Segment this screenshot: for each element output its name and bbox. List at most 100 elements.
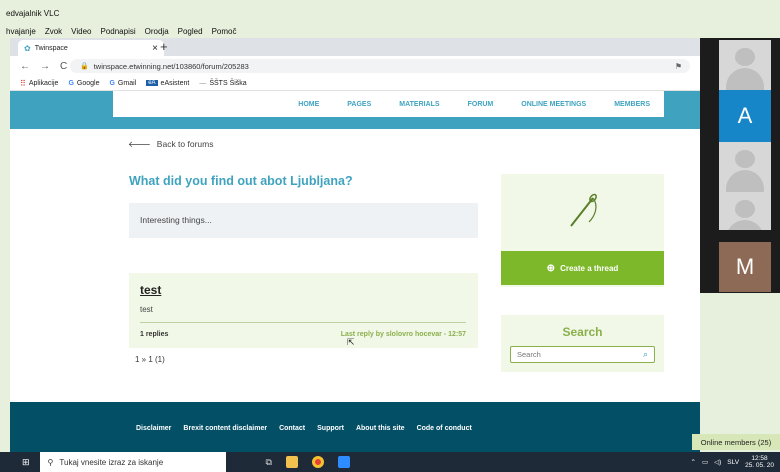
clock-time: 12:58 xyxy=(751,455,768,462)
tab-title: Twinspace xyxy=(34,44,68,52)
browser-tab-twinspace[interactable]: ✿ Twinspace × xyxy=(18,40,164,56)
thread-card: test test 1 replies Last reply by slolov… xyxy=(129,273,478,348)
nav-pages[interactable]: PAGES xyxy=(347,101,371,108)
bookmark-label: ŠŠTS Šiška xyxy=(209,79,247,87)
site-navigation: HOME PAGES MATERIALS FORUM ONLINE MEETIN… xyxy=(113,91,664,117)
ssts-icon: — xyxy=(199,79,207,87)
tray-chevron-icon[interactable]: ⌃ xyxy=(690,458,695,466)
thread-last-reply[interactable]: Last reply by slolovro hocevar - 12:57 xyxy=(341,331,466,338)
participant-avatar-m[interactable]: M xyxy=(719,242,771,292)
language-indicator[interactable]: SLV xyxy=(727,459,739,466)
browser-window: ✿ Twinspace × + ← → C 🔒 twinspace.etwinn… xyxy=(10,38,700,468)
footer-about[interactable]: About this site xyxy=(356,425,405,432)
bookmark-easistent[interactable]: eA eAsistent xyxy=(146,80,189,87)
taskbar-search-input[interactable]: ⚲ Tukaj vnesite izraz za iskanje xyxy=(39,452,226,472)
vlc-window-title: edvajalnik VLC xyxy=(6,9,60,18)
participant-avatar-a[interactable]: A xyxy=(719,90,771,142)
footer-disclaimer[interactable]: Disclaimer xyxy=(136,425,171,432)
vlc-menu-view[interactable]: Pogled xyxy=(178,27,203,36)
thread-subtitle: test xyxy=(140,305,153,314)
search-icon: ⚲ xyxy=(47,457,54,467)
address-bar[interactable]: 🔒 twinspace.etwinning.net/103860/forum/2… xyxy=(70,59,690,73)
vlc-menu-bar: hvajanje Zvok Video Podnapisi Orodja Pog… xyxy=(6,27,236,36)
zoom-icon[interactable] xyxy=(337,456,350,468)
windows-taskbar: ⊞ ⚲ Tukaj vnesite izraz za iskanje ⧉ ⌃ ▭… xyxy=(0,452,780,472)
thread-replies-count: 1 replies xyxy=(140,331,169,338)
network-icon[interactable]: ▭ xyxy=(702,458,708,466)
needle-thread-icon xyxy=(570,193,597,227)
footer-contact[interactable]: Contact xyxy=(279,425,305,432)
bookmark-gmail[interactable]: G Gmail xyxy=(109,80,136,87)
avatar-body-icon xyxy=(726,68,764,90)
google-icon: G xyxy=(68,79,74,87)
vlc-menu-subtitles[interactable]: Podnapisi xyxy=(100,27,135,36)
taskbar-search-placeholder: Tukaj vnesite izraz za iskanje xyxy=(59,457,164,467)
avatar-head-icon xyxy=(735,150,755,168)
vlc-menu-tools[interactable]: Orodja xyxy=(145,27,169,36)
taskbar-clock[interactable]: 12:58 25. 05. 20 xyxy=(745,455,774,469)
avatar-body-icon xyxy=(726,220,764,230)
system-tray: ⌃ ▭ ◁) SLV 12:58 25. 05. 20 xyxy=(690,455,780,469)
bookmark-label: Aplikacije xyxy=(28,79,59,87)
nav-members[interactable]: MEMBERS xyxy=(614,101,650,108)
volume-icon[interactable]: ◁) xyxy=(714,458,721,466)
lock-icon: 🔒 xyxy=(80,63,89,70)
nav-home[interactable]: HOME xyxy=(298,101,319,108)
search-card: Search Search ⌕ xyxy=(501,315,664,372)
bookmarks-bar: ⠿ Aplikacije G Google G Gmail eA eAsiste… xyxy=(10,76,700,91)
vlc-menu-help[interactable]: Pomoč xyxy=(212,27,237,36)
footer-brexit-disclaimer[interactable]: Brexit content disclaimer xyxy=(183,425,267,432)
twinspace-favicon-icon: ✿ xyxy=(24,43,31,53)
create-thread-label: Create a thread xyxy=(560,263,619,273)
participant-video-tile[interactable] xyxy=(719,40,771,90)
forum-description: Interesting things... xyxy=(129,203,478,238)
plus-circle-icon: ⊕ xyxy=(546,262,556,274)
back-to-forums-label: Back to forums xyxy=(156,139,214,149)
participant-video-tile[interactable] xyxy=(719,192,771,230)
web-page: HOME PAGES MATERIALS FORUM ONLINE MEETIN… xyxy=(10,91,700,468)
chrome-icon[interactable] xyxy=(311,456,324,468)
file-explorer-icon[interactable] xyxy=(285,456,298,468)
nav-forum[interactable]: FORUM xyxy=(468,101,494,108)
avatar-head-icon xyxy=(735,200,755,218)
forum-title: What did you find out abot Ljubljana? xyxy=(129,174,353,188)
back-arrow-icon[interactable]: ← xyxy=(20,61,30,72)
new-tab-button[interactable]: + xyxy=(160,39,168,54)
pagination[interactable]: 1 » 1 (1) xyxy=(135,355,165,364)
easistent-icon: eA xyxy=(146,80,158,86)
avatar-body-icon xyxy=(726,170,764,192)
apps-grid-icon: ⠿ xyxy=(20,78,26,88)
thread-title-link[interactable]: test xyxy=(140,283,161,297)
nav-materials[interactable]: MATERIALS xyxy=(399,101,439,108)
create-thread-button[interactable]: ⊕ Create a thread xyxy=(501,251,664,285)
bookmark-apps[interactable]: ⠿ Aplikacije xyxy=(20,79,58,88)
search-title: Search xyxy=(562,325,603,339)
vlc-menu-audio[interactable]: Zvok xyxy=(45,27,62,36)
vlc-menu-video[interactable]: Video xyxy=(71,27,91,36)
vlc-menu-playback[interactable]: hvajanje xyxy=(6,27,36,36)
search-icon[interactable]: ⌕ xyxy=(643,349,648,360)
avatar-head-icon xyxy=(735,48,755,66)
thread-divider xyxy=(140,322,466,323)
forward-arrow-icon[interactable]: → xyxy=(40,61,50,72)
mouse-cursor-icon: ⇱ xyxy=(347,337,355,347)
search-placeholder: Search xyxy=(517,350,541,359)
translate-icon[interactable]: ⚑ xyxy=(675,62,682,71)
nav-online-meetings[interactable]: ONLINE MEETINGS xyxy=(521,101,586,108)
search-input[interactable]: Search ⌕ xyxy=(510,346,655,363)
reload-icon[interactable]: C xyxy=(60,61,67,72)
bookmark-ssts[interactable]: — ŠŠTS Šiška xyxy=(199,80,246,87)
task-view-icon[interactable]: ⧉ xyxy=(266,457,272,468)
participant-video-tile[interactable] xyxy=(719,142,771,192)
footer-code-of-conduct[interactable]: Code of conduct xyxy=(417,425,472,432)
back-arrow-icon: 🡐 xyxy=(128,139,151,149)
bookmark-google[interactable]: G Google xyxy=(68,80,99,87)
back-to-forums-link[interactable]: 🡐 Back to forums xyxy=(128,139,213,150)
online-members-badge[interactable]: Online members (25) xyxy=(692,434,780,450)
footer-support[interactable]: Support xyxy=(317,425,344,432)
bookmark-label: Google xyxy=(76,79,100,87)
tab-close-icon[interactable]: × xyxy=(152,43,158,54)
bookmark-label: eAsistent xyxy=(160,79,190,87)
video-participants-panel: A M xyxy=(700,38,780,293)
windows-start-icon[interactable]: ⊞ xyxy=(22,457,30,468)
